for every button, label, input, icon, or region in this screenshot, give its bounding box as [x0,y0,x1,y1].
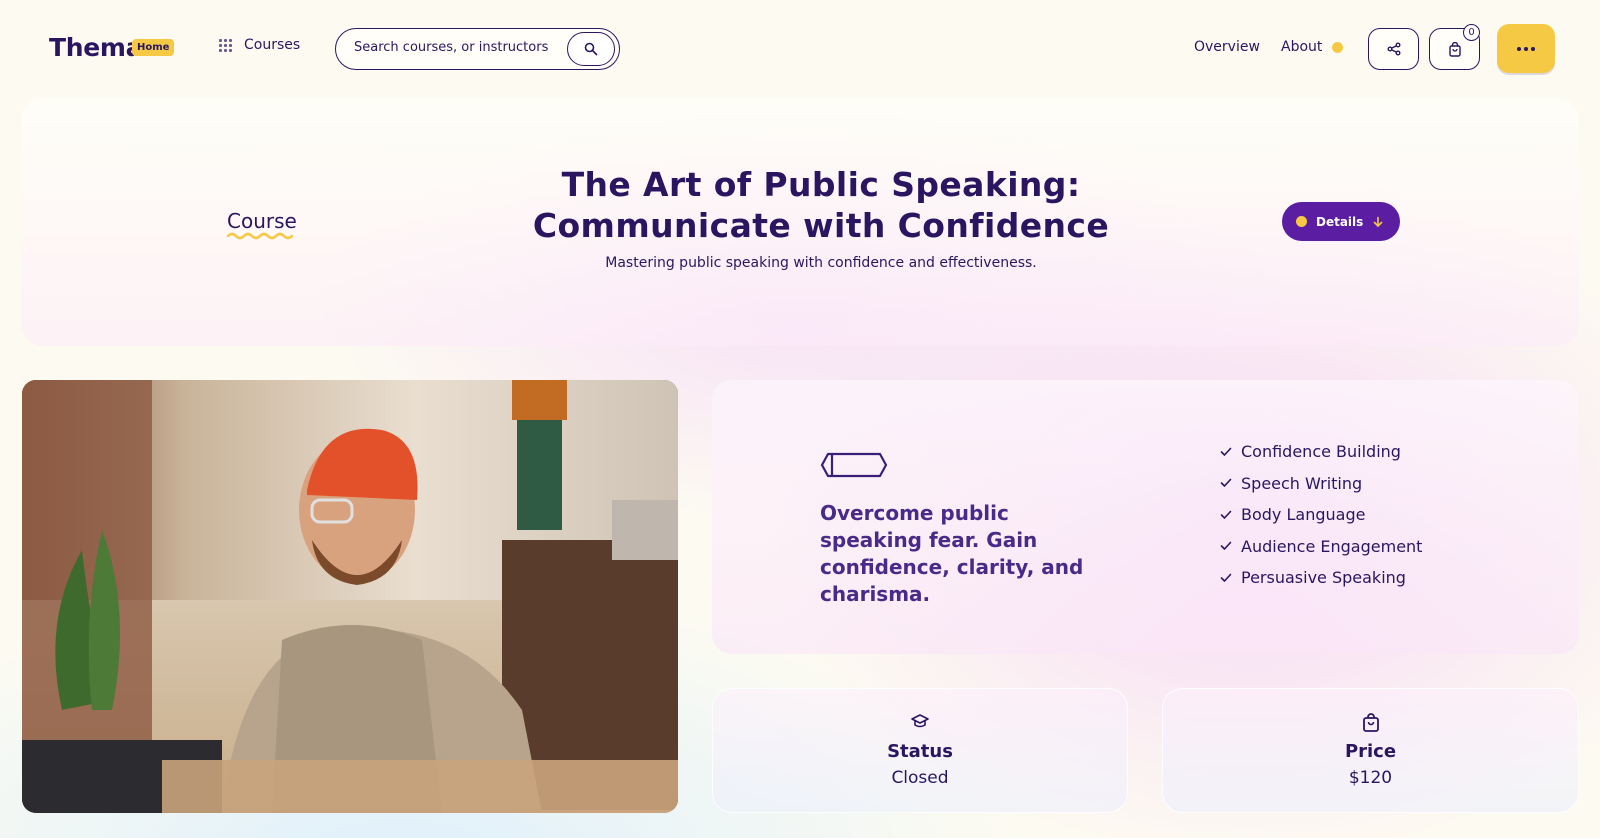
ticket-icon [820,452,888,478]
courses-label: Courses [244,37,301,53]
course-label: Course [227,209,297,233]
page-subtitle: Mastering public speaking with confidenc… [605,255,1037,271]
arrow-down-icon [1374,216,1383,227]
shopping-bag-icon [1448,41,1461,57]
list-item: Audience Engagement [1220,531,1422,563]
status-label: Status [887,741,953,762]
check-icon [1220,541,1232,551]
yellow-dot-icon [1296,216,1307,227]
top-nav: Thema Home Courses Overview About 0 [0,0,1600,98]
nav-about-link[interactable]: About [1281,39,1344,55]
grid-icon [219,38,232,52]
search-icon [584,42,598,56]
list-item: Speech Writing [1220,468,1422,500]
features-card: Overcome public speaking fear. Gain conf… [712,380,1579,654]
nav-overview-link[interactable]: Overview [1194,39,1260,55]
squiggle-underline-icon [227,232,293,240]
list-item: Confidence Building [1220,436,1422,468]
search-button[interactable] [567,32,615,66]
home-badge: Home [132,39,175,56]
title-line-2: Communicate with Confidence [532,206,1110,245]
more-options-button[interactable] [1497,24,1555,73]
courses-menu-link[interactable]: Courses [219,37,300,53]
check-icon [1220,478,1232,488]
hero-banner: Course The Art of Public Speaking: Commu… [21,98,1579,346]
details-button[interactable]: Details [1282,202,1400,241]
about-indicator-dot [1332,41,1344,53]
share-button[interactable] [1368,28,1419,70]
details-label: Details [1316,214,1364,229]
more-dot-icon [1517,46,1521,51]
cart-button[interactable]: 0 [1429,24,1480,70]
feature-list: Confidence Building Speech Writing Body … [1220,436,1422,594]
page-title: The Art of Public Speaking: Communicate … [421,164,1221,246]
status-card: Status Closed [712,688,1128,813]
features-tagline: Overcome public speaking fear. Gain conf… [820,501,1084,606]
check-icon [1220,510,1232,519]
search-input[interactable] [354,40,554,55]
check-icon [1220,573,1232,582]
price-card: Price $120 [1162,688,1579,813]
cart-count-badge: 0 [1463,24,1480,41]
status-value: Closed [891,768,949,788]
graduation-cap-icon [911,714,929,728]
about-label: About [1281,39,1323,55]
share-icon [1387,42,1400,56]
course-image [22,380,678,813]
price-label: Price [1344,741,1397,762]
title-line-1: The Art of Public Speaking: [561,165,1081,204]
brand-logo[interactable]: Thema [49,33,143,62]
list-item: Persuasive Speaking [1220,562,1422,594]
check-icon [1220,447,1232,456]
list-item: Body Language [1220,499,1422,531]
search-bar [335,28,620,70]
shopping-bag-icon [1362,713,1379,732]
price-value: $120 [1348,768,1393,788]
